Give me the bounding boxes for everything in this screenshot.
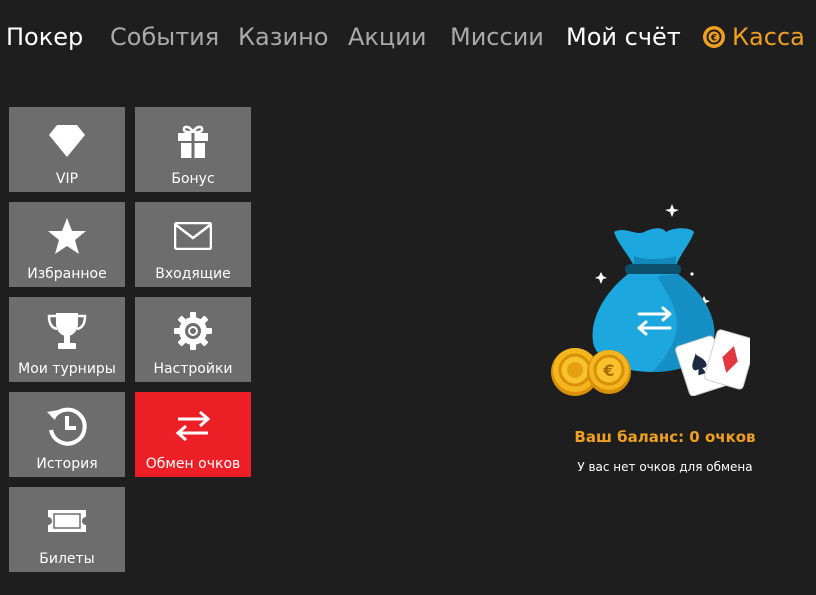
svg-text:€: € [602,361,614,380]
nav-events[interactable]: События [110,20,219,54]
money-bag-illustration: € [548,196,757,400]
svg-text:€: € [710,34,717,44]
gift-icon [135,121,251,161]
menu-tile-history[interactable]: История [9,392,125,477]
menu-tile-settings[interactable]: Настройки [135,297,251,382]
menu-tile-label: VIP [55,171,79,187]
nav-cashier-label: Касса [732,23,805,51]
nav-promotions[interactable]: Акции [348,20,426,54]
nav-casino[interactable]: Казино [238,20,328,54]
menu-tile-tickets[interactable]: Билеты [9,487,125,572]
menu-tile-inbox[interactable]: Входящие [135,202,251,287]
diamond-icon [9,121,125,161]
nav-missions[interactable]: Миссии [450,20,544,54]
no-points-message: У вас нет очков для обмена [577,460,753,474]
gear-icon [135,311,251,351]
menu-tile-label: Билеты [39,551,95,567]
points-balance: Ваш баланс: 0 очков [574,428,756,446]
ticket-icon [9,501,125,541]
nav-cashier[interactable]: € Касса [702,20,805,54]
menu-tile-points-exchange[interactable]: Обмен очков [135,392,251,477]
menu-tile-label: Входящие [155,266,231,282]
menu-tile-label: Мои турниры [18,361,116,377]
trophy-icon [9,311,125,351]
nav-poker[interactable]: Покер [6,20,83,54]
menu-tile-bonus[interactable]: Бонус [135,107,251,192]
star-icon [9,216,125,256]
menu-tile-vip[interactable]: VIP [9,107,125,192]
menu-tile-label: Обмен очков [145,456,241,472]
history-icon [9,406,125,446]
menu-tile-label: Избранное [27,266,107,282]
menu-tile-label: История [36,456,98,472]
top-navigation: Покер События Казино Акции Миссии Мой сч… [0,0,816,76]
nav-account[interactable]: Мой счёт [566,20,681,54]
menu-tile-tournaments[interactable]: Мои турниры [9,297,125,382]
euro-coin-icon: € [703,26,725,48]
envelope-icon [135,216,251,256]
menu-tile-label: Бонус [171,171,215,187]
exchange-icon [135,406,251,446]
menu-tile-favorites[interactable]: Избранное [9,202,125,287]
menu-tile-label: Настройки [153,361,233,377]
